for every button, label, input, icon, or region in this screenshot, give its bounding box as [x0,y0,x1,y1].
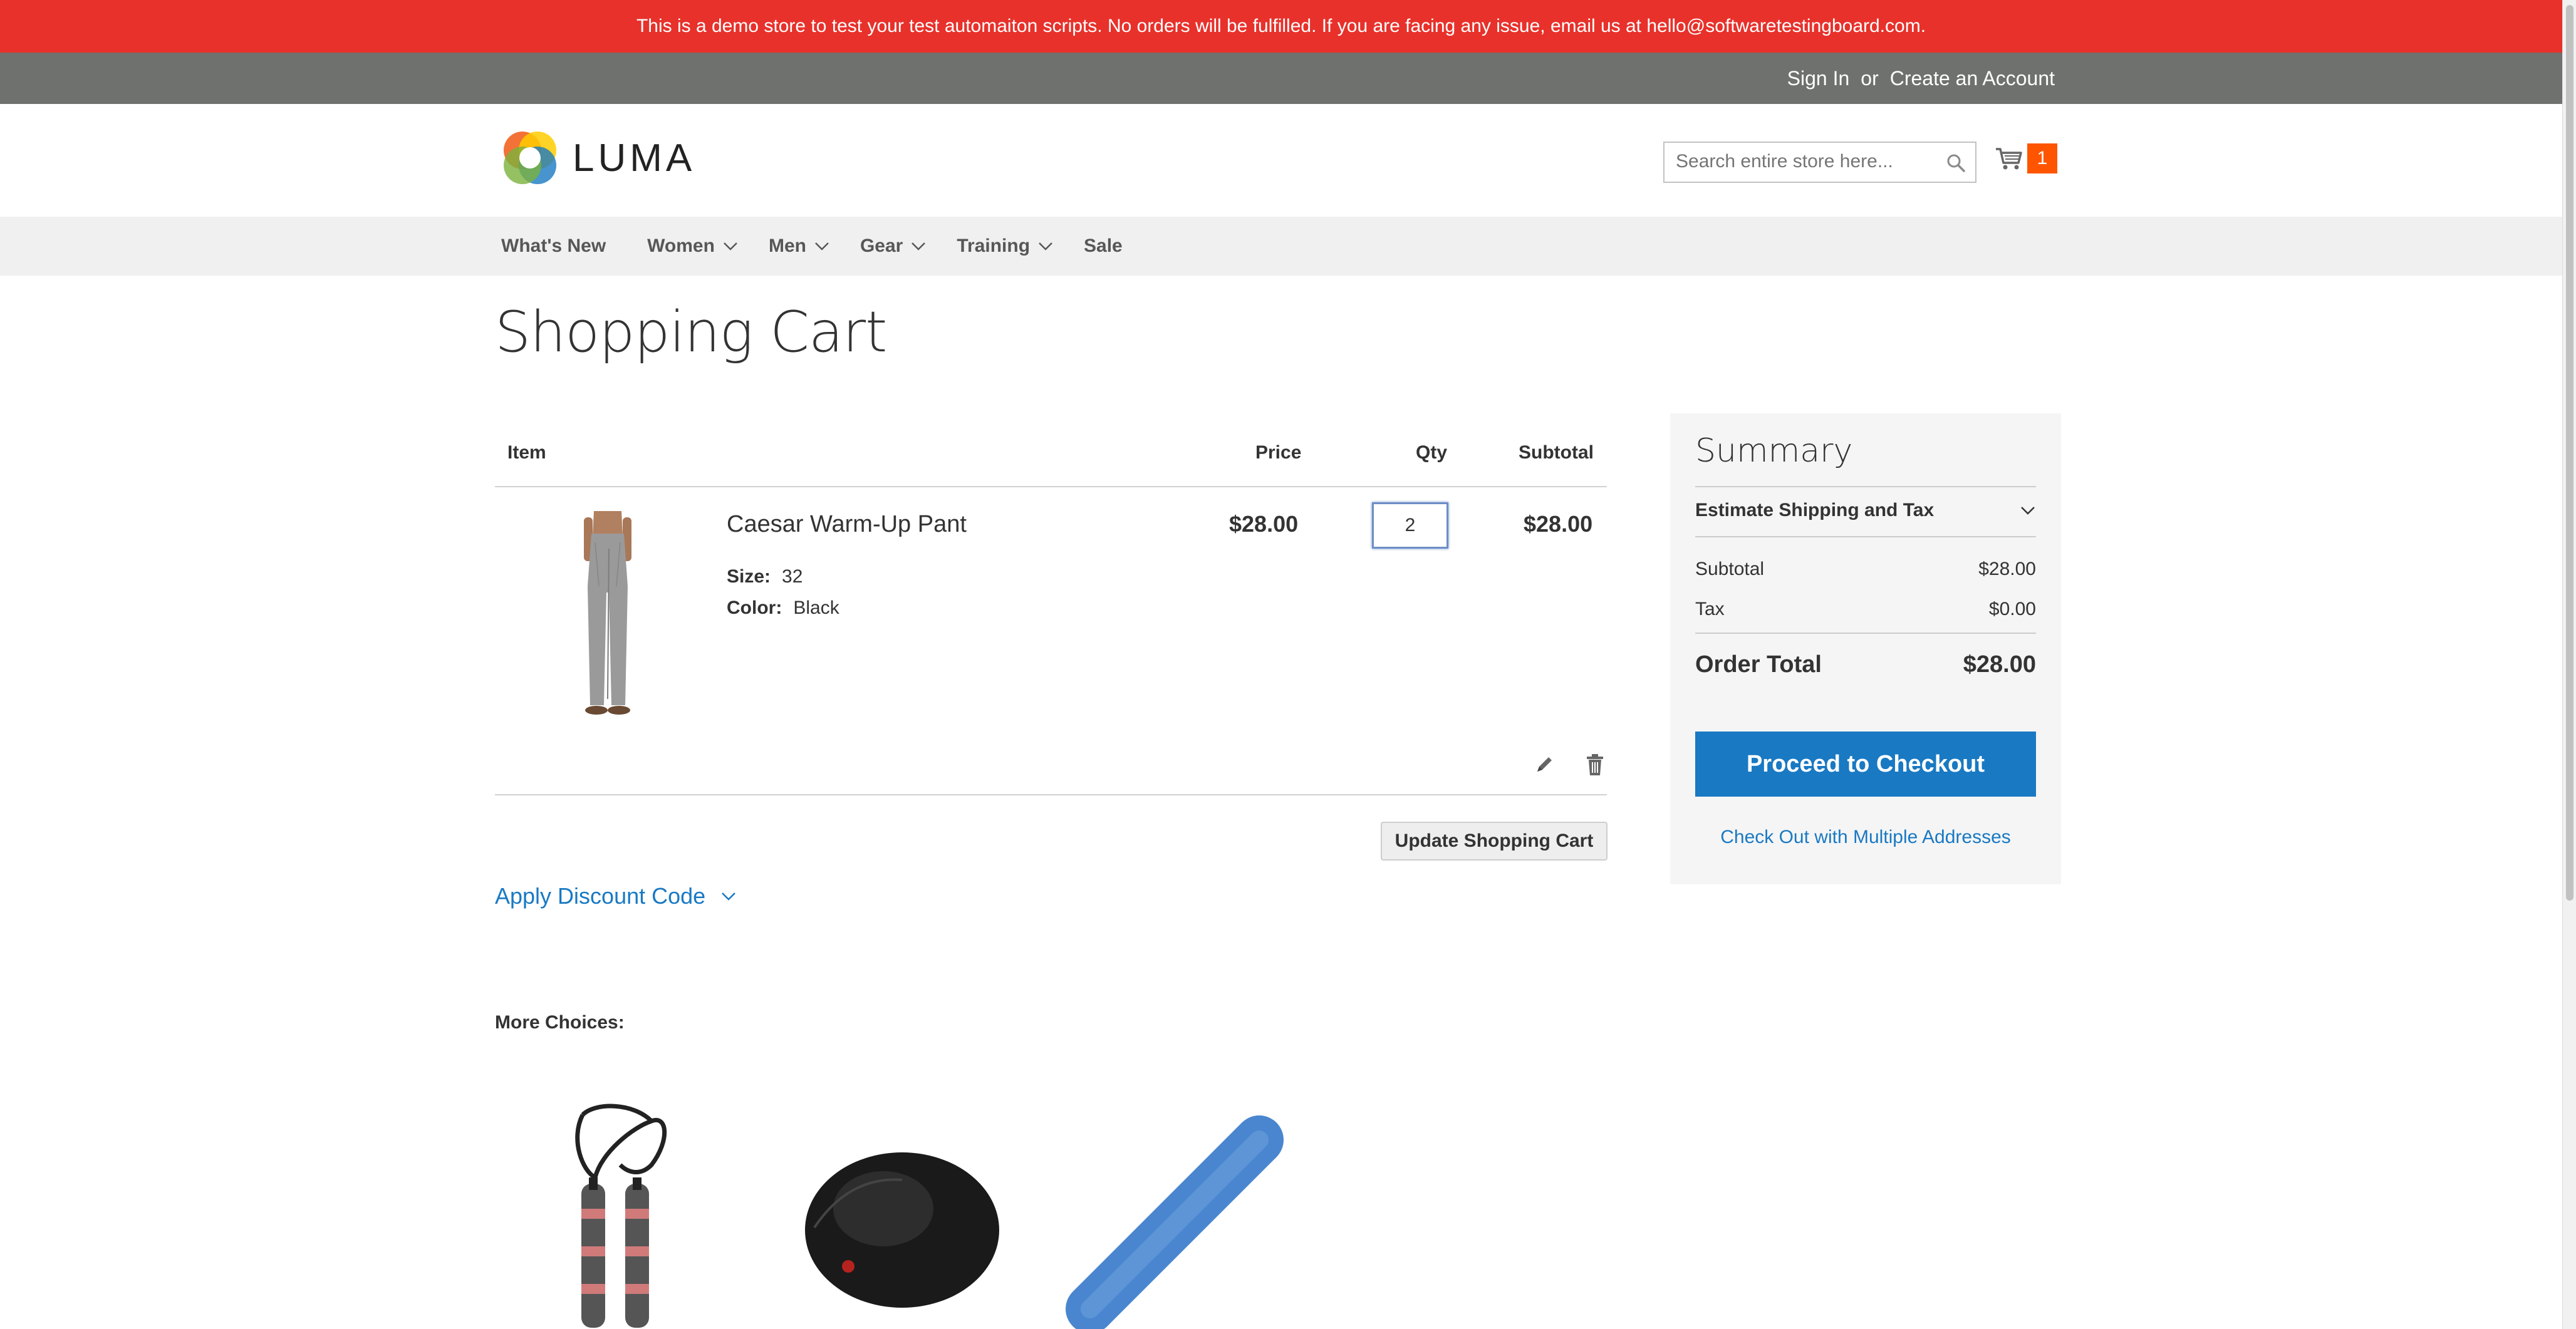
jump-rope-product-image[interactable] [558,1102,683,1329]
item-price: $28.00 [1229,511,1299,537]
minicart[interactable]: 1 [1993,143,2057,174]
sign-in-link[interactable]: Sign In [1787,67,1850,90]
header-links: Sign In or Create an Account [1787,53,2055,104]
column-header-qty: Qty [1416,442,1448,463]
exercise-ball-product-image[interactable] [802,1102,1002,1329]
create-account-link[interactable]: Create an Account [1890,67,2055,90]
edit-pencil-icon[interactable] [1534,753,1556,775]
table-divider [495,486,1607,487]
search-input[interactable] [1665,143,1928,180]
option-value: Black [793,597,839,618]
nav-item-sale[interactable]: Sale [1084,235,1123,257]
nav-item-label: Women [647,235,715,256]
apply-discount-toggle[interactable]: Apply Discount Code [495,883,737,909]
nav-items: What's New Women Men Gear Training Sale [501,217,1153,276]
nav-item-label: Men [768,235,806,256]
item-option-color: Color: Black [727,597,839,619]
store-logo[interactable]: LUMA [501,129,695,187]
nav-item-training[interactable]: Training [957,235,1054,257]
subtotal-row: Subtotal $28.00 [1695,559,2036,580]
nav-item-label: Training [957,235,1031,256]
nav-item-label: Gear [860,235,903,256]
chevron-down-icon [1039,242,1052,251]
option-value: 32 [782,566,803,587]
nav-item-whats-new[interactable]: What's New [501,235,606,257]
chevron-down-icon [815,242,829,251]
chevron-down-icon [911,242,926,251]
subtotal-label: Subtotal [1695,559,1765,579]
proceed-to-checkout-button[interactable]: Proceed to Checkout [1695,732,2036,797]
more-choices-title: More Choices: [495,1012,625,1033]
item-subtotal: $28.00 [1524,511,1593,537]
nav-item-men[interactable]: Men [769,235,830,257]
product-name-link[interactable]: Caesar Warm-Up Pant [727,511,967,538]
update-cart-button[interactable]: Update Shopping Cart [1381,822,1607,861]
search-icon[interactable] [1945,152,1966,173]
column-header-price: Price [1255,442,1302,463]
cart-icon[interactable] [1993,143,2025,174]
nav-item-gear[interactable]: Gear [860,235,927,257]
subtotal-value: $28.00 [1978,559,2036,579]
luma-logo-icon [504,132,556,184]
product-image[interactable] [551,511,658,721]
page-scrollbar[interactable] [2562,0,2576,1329]
summary-divider [1695,486,2036,487]
nav-item-label: Sale [1084,235,1123,256]
summary-title: Summary [1695,432,1853,470]
main-navigation: What's New Women Men Gear Training Sale [0,217,2562,276]
chevron-down-icon [2021,507,2035,515]
header-or-text: or [1861,66,1879,90]
top-header-bar: Sign In or Create an Account [0,53,2562,104]
demo-notice-banner: This is a demo store to test your test a… [0,0,2562,53]
cart-summary: Summary Estimate Shipping and Tax Subtot… [1670,413,2061,884]
summary-divider [1695,633,2036,634]
chevron-down-icon [724,242,737,251]
cart-count-badge[interactable]: 1 [2027,143,2057,173]
foam-roller-product-image[interactable] [1065,1102,1291,1329]
summary-divider [1695,536,2036,537]
item-option-size: Size: 32 [727,566,802,587]
tax-row: Tax $0.00 [1695,599,2036,620]
scrollbar-thumb[interactable] [2566,5,2573,901]
tax-value: $0.00 [1988,599,2036,619]
search-box [1663,142,1976,183]
qty-input[interactable] [1372,502,1448,549]
order-total-label: Order Total [1695,651,1822,678]
nav-item-label: What's New [501,235,606,256]
estimate-shipping-toggle[interactable]: Estimate Shipping and Tax [1695,500,2036,521]
option-label: Color: [727,597,782,618]
tax-label: Tax [1695,599,1725,619]
estimate-label: Estimate Shipping and Tax [1695,500,1935,520]
page-title: Shopping Cart [495,299,887,365]
order-total-row: Order Total $28.00 [1695,651,2036,678]
nav-item-women[interactable]: Women [647,235,739,257]
order-total-value: $28.00 [1963,651,2036,678]
table-divider [495,794,1607,795]
chevron-down-icon [722,892,736,901]
column-header-item: Item [507,442,546,463]
column-header-subtotal: Subtotal [1519,442,1594,463]
demo-notice-text: This is a demo store to test your test a… [636,16,1926,36]
multishipping-link[interactable]: Check Out with Multiple Addresses [1695,827,2036,848]
trash-icon[interactable] [1584,753,1606,777]
logo-text: LUMA [573,136,696,180]
option-label: Size: [727,566,771,587]
discount-label: Apply Discount Code [495,883,706,909]
